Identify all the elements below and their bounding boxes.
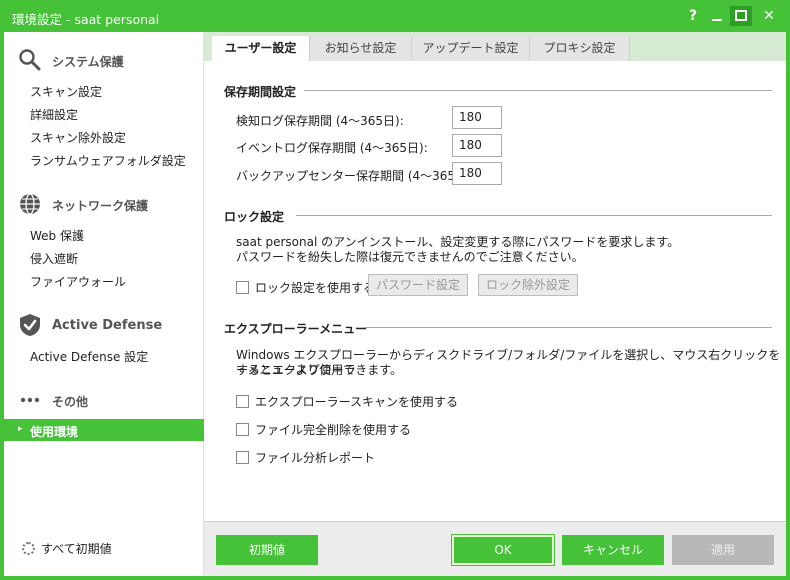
explorer-group-title: エクスプローラーメニュー xyxy=(224,322,368,336)
sidebar-item-firewall[interactable]: ファイアウォール xyxy=(30,273,126,290)
sidebar-item-scan-settings[interactable]: スキャン設定 xyxy=(30,83,102,100)
footer-bar: 初期値 OK キャンセル 適用 xyxy=(204,521,786,576)
lock-desc-line1: saat personal のアンインストール、設定変更する際にパスワードを要求… xyxy=(236,235,680,249)
backup-center-input[interactable]: 180 xyxy=(452,162,502,185)
main-panel: ユーザー設定 お知らせ設定 アップデート設定 プロキシ設定 保存期間設定 検知ロ… xyxy=(204,32,786,576)
apply-button[interactable]: 適用 xyxy=(672,535,774,565)
sidebar-item-active-defense-settings[interactable]: Active Defense 設定 xyxy=(30,348,148,365)
divider xyxy=(304,90,772,91)
ok-button[interactable]: OK xyxy=(451,534,555,566)
checkbox-icon[interactable] xyxy=(236,451,249,464)
event-log-input[interactable]: 180 xyxy=(452,134,502,157)
section-network-protection: ネットワーク保護 xyxy=(4,190,204,218)
secure-delete-label: ファイル完全削除を使用する xyxy=(255,423,412,437)
divider xyxy=(296,215,772,216)
tab-notification-settings[interactable]: お知らせ設定 xyxy=(310,36,412,61)
chevron-right-icon: ▸ xyxy=(18,424,23,434)
section-label: Active Defense xyxy=(52,318,163,333)
secure-delete-checkbox[interactable]: ファイル完全削除を使用する xyxy=(236,421,411,437)
lock-group-title: ロック設定 xyxy=(224,210,285,224)
help-button[interactable]: ? xyxy=(682,6,704,26)
section-active-defense: Active Defense xyxy=(4,311,204,339)
lock-exclusion-button[interactable]: ロック除外設定 xyxy=(478,274,578,296)
tab-proxy-settings[interactable]: プロキシ設定 xyxy=(530,36,630,61)
explorer-desc-line2: ーメニューより使用できます。 xyxy=(236,363,403,377)
sidebar-item-advanced-settings[interactable]: 詳細設定 xyxy=(30,106,78,123)
reset-all-label: すべて初期値 xyxy=(41,542,112,556)
sidebar-item-intrusion-block[interactable]: 侵入遮断 xyxy=(30,250,78,267)
checkbox-icon[interactable] xyxy=(236,423,249,436)
minimize-icon xyxy=(712,19,722,21)
tab-bar: ユーザー設定 お知らせ設定 アップデート設定 プロキシ設定 xyxy=(204,32,786,61)
section-other: その他 xyxy=(4,386,204,414)
minimize-button[interactable] xyxy=(706,6,728,26)
section-label: その他 xyxy=(52,395,89,409)
event-log-label: イベントログ保存期間 (4～365日): xyxy=(236,141,428,155)
checkbox-icon[interactable] xyxy=(236,395,249,408)
sidebar-item-scan-exclusions[interactable]: スキャン除外設定 xyxy=(30,129,126,146)
maximize-button[interactable] xyxy=(730,6,752,26)
explorer-scan-checkbox[interactable]: エクスプローラースキャンを使用する xyxy=(236,393,458,409)
file-analysis-label: ファイル分析レポート xyxy=(255,451,376,465)
maximize-icon xyxy=(735,10,747,21)
detection-log-input[interactable]: 180 xyxy=(452,106,502,129)
explorer-scan-label: エクスプローラースキャンを使用する xyxy=(255,395,459,409)
section-label: システム保護 xyxy=(52,55,124,69)
sidebar: システム保護 スキャン設定 詳細設定 スキャン除外設定 ランサムウェアフォルダ設… xyxy=(4,32,204,576)
close-icon: ✕ xyxy=(763,8,775,24)
section-label: ネットワーク保護 xyxy=(52,199,149,213)
section-system-protection: システム保護 xyxy=(4,46,204,74)
settings-window: 環境設定 - saat personal ? ✕ システム保護 スキャン設定 詳… xyxy=(0,0,790,580)
lock-use-checkbox[interactable]: ロック設定を使用する xyxy=(236,279,375,295)
detection-log-label: 検知ログ保存期間 (4～365日): xyxy=(236,114,404,128)
title-bar[interactable]: 環境設定 - saat personal ? ✕ xyxy=(0,0,790,32)
close-button[interactable]: ✕ xyxy=(758,6,780,26)
lock-use-label: ロック設定を使用する xyxy=(255,281,376,295)
window-title: 環境設定 - saat personal xyxy=(12,12,160,27)
loading-icon xyxy=(22,542,35,555)
file-analysis-checkbox[interactable]: ファイル分析レポート xyxy=(236,449,375,465)
checkbox-icon[interactable] xyxy=(236,281,249,294)
search-icon xyxy=(19,49,41,71)
sidebar-item-web-protection[interactable]: Web 保護 xyxy=(30,227,84,244)
lock-desc-line2: パスワードを紛失した際は復元できませんのでご注意ください。 xyxy=(236,250,584,264)
tab-update-settings[interactable]: アップデート設定 xyxy=(412,36,530,61)
tab-user-settings[interactable]: ユーザー設定 xyxy=(212,36,310,61)
reset-all-button[interactable]: すべて初期値 xyxy=(22,540,112,557)
cancel-button[interactable]: キャンセル xyxy=(562,535,664,565)
sidebar-item-environment[interactable]: ▸ 使用環境 xyxy=(4,419,204,441)
backup-center-label: バックアップセンター保存期間 (4～365日): xyxy=(236,169,476,183)
password-settings-button[interactable]: パスワード設定 xyxy=(368,274,468,296)
sidebar-item-label: 使用環境 xyxy=(30,425,79,439)
more-dots-icon xyxy=(20,397,40,403)
sidebar-item-ransomware-folder[interactable]: ランサムウェアフォルダ設定 xyxy=(30,152,186,169)
divider xyxy=(364,327,772,328)
globe-icon xyxy=(20,193,40,215)
shield-check-icon xyxy=(20,314,40,336)
retention-group-title: 保存期間設定 xyxy=(224,85,297,99)
reset-button[interactable]: 初期値 xyxy=(216,535,318,565)
